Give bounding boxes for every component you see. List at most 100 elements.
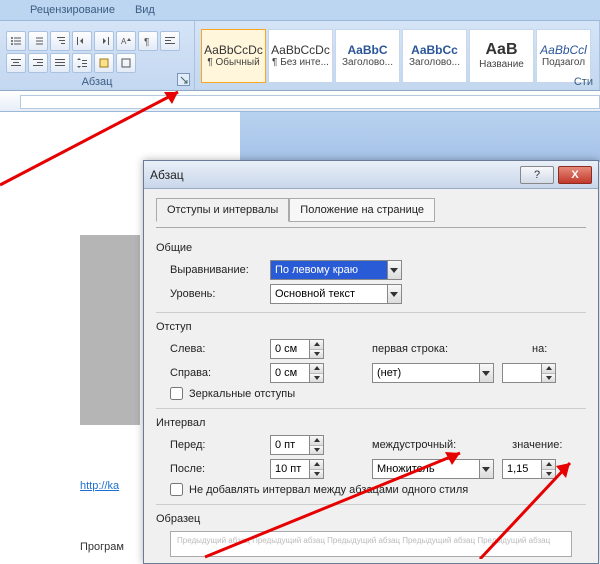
paragraph-dialog: Абзац ? X Отступы и интервалы Положение … [143,160,599,564]
level-combo[interactable] [270,284,402,304]
align-left-button[interactable] [160,31,180,51]
align-justify-button[interactable] [50,53,70,73]
numbering-button[interactable] [28,31,48,51]
style-sample: AaBbC [347,43,387,57]
hyperlink-text[interactable]: http://ka [80,480,119,492]
chevron-down-icon[interactable] [387,285,401,303]
spinner-down-icon[interactable] [310,374,323,383]
spinner-up-icon[interactable] [310,436,323,446]
alignment-value[interactable] [271,261,387,279]
chevron-down-icon[interactable] [479,364,493,382]
style-sample: AaBbCcDc [204,43,263,57]
chevron-down-icon[interactable] [479,460,493,478]
label-no-space: Не добавлять интервал между абзацами одн… [189,484,468,496]
dialog-title: Абзац [150,168,516,182]
ribbon-group-paragraph-label: Абзац [0,76,194,88]
help-button[interactable]: ? [520,166,554,184]
tab-view[interactable]: Вид [129,1,161,19]
level-value[interactable] [271,285,387,303]
show-marks-button[interactable]: ¶ [138,31,158,51]
after-spinner[interactable] [270,459,324,479]
page-shadow [80,235,140,425]
section-preview: Образец [156,513,586,525]
ribbon-group-styles-label: Сти [574,76,593,88]
style-subtitle[interactable]: AaBbCcl Подзагол [536,29,591,83]
spinner-up-icon[interactable] [542,460,555,470]
style-name: Подзагол [536,57,591,68]
label-first-line: первая строка: [372,343,448,355]
dialog-titlebar[interactable]: Абзац ? X [144,161,598,189]
spinner-up-icon[interactable] [542,364,555,374]
spinner-up-icon[interactable] [310,364,323,374]
line-spacing-button[interactable] [72,53,92,73]
spinner-down-icon[interactable] [310,350,323,359]
value-spinner[interactable] [502,459,556,479]
sort-button[interactable]: A [116,31,136,51]
style-name: Заголово... [338,57,398,68]
spinner-down-icon[interactable] [542,374,555,383]
before-spinner[interactable] [270,435,324,455]
shading-button[interactable] [94,53,114,73]
style-heading1[interactable]: AaBbC Заголово... [335,29,400,83]
indent-left-spinner[interactable] [270,339,324,359]
spinner-down-icon[interactable] [310,470,323,479]
by-value[interactable] [503,365,541,381]
before-value[interactable] [271,437,309,453]
line-spacing-combo[interactable] [372,459,494,479]
value-field[interactable] [503,461,541,477]
by-spinner[interactable] [502,363,556,383]
tab-page-position[interactable]: Положение на странице [289,198,435,222]
tab-indents-spacing[interactable]: Отступы и интервалы [156,198,289,222]
indent-left-value[interactable] [271,341,309,357]
svg-text:¶: ¶ [144,37,149,47]
increase-indent-button[interactable] [94,31,114,51]
align-right-button[interactable] [28,53,48,73]
line-spacing-value[interactable] [373,460,479,478]
section-general: Общие [156,242,586,254]
style-heading2[interactable]: AaBbCc Заголово... [402,29,467,83]
style-name: Заголово... [405,57,465,68]
label-mirror: Зеркальные отступы [189,388,295,400]
multilevel-button[interactable] [50,31,70,51]
style-name: Название [472,59,532,70]
label-level: Уровень: [170,288,262,300]
dialog-tabs: Отступы и интервалы Положение на страниц… [156,197,586,221]
svg-text:A: A [121,37,127,46]
alignment-combo[interactable] [270,260,402,280]
style-no-spacing[interactable]: AaBbCcDc ¶ Без инте... [268,29,333,83]
label-left: Слева: [170,343,262,355]
first-line-value[interactable] [373,364,479,382]
no-space-checkbox[interactable] [170,483,183,496]
tab-review[interactable]: Рецензирование [24,1,121,19]
spinner-down-icon[interactable] [310,446,323,455]
chevron-down-icon[interactable] [387,261,401,279]
mirror-checkbox[interactable] [170,387,183,400]
spinner-down-icon[interactable] [542,470,555,479]
label-by: на: [532,343,547,355]
after-value[interactable] [271,461,309,477]
ribbon-group-paragraph: A ¶ Абзац [0,21,195,90]
paragraph-dialog-launcher[interactable] [177,73,190,86]
decrease-indent-button[interactable] [72,31,92,51]
document-area [0,112,600,162]
spinner-up-icon[interactable] [310,340,323,350]
indent-right-value[interactable] [271,365,309,381]
style-title[interactable]: AaB Название [469,29,534,83]
close-button[interactable]: X [558,166,592,184]
first-line-combo[interactable] [372,363,494,383]
borders-button[interactable] [116,53,136,73]
bullets-button[interactable] [6,31,26,51]
indent-right-spinner[interactable] [270,363,324,383]
style-normal[interactable]: AaBbCcDc ¶ Обычный [201,29,266,83]
ruler[interactable] [0,91,600,112]
style-sample: AaBbCc [411,43,458,57]
preview-box: Предыдущий абзац Предыдущий абзац Предыд… [170,531,572,557]
align-center-button[interactable] [6,53,26,73]
spinner-up-icon[interactable] [310,460,323,470]
label-alignment: Выравнивание: [170,264,262,276]
style-sample: AaBbCcl [540,43,587,57]
section-spacing: Интервал [156,417,586,429]
label-after: После: [170,463,262,475]
style-name: ¶ Обычный [204,57,264,68]
body-text: Програм [80,541,124,553]
